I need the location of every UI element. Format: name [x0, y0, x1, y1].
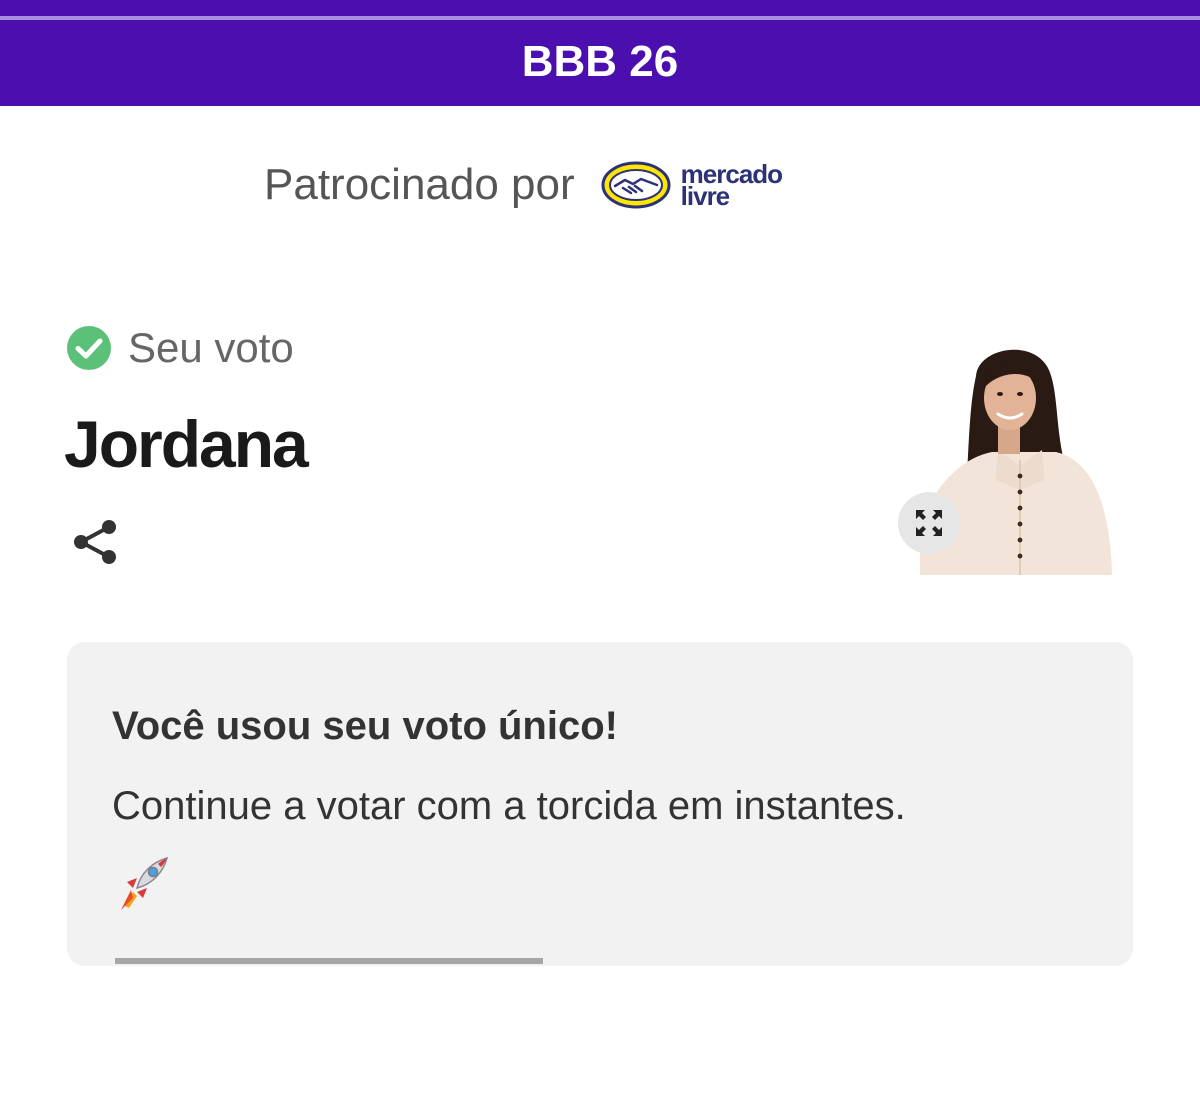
card-title: Você usou seu voto único!	[112, 704, 618, 748]
vote-confirmation-card: Você usou seu voto único! Continue a vot…	[67, 642, 1133, 966]
page-title: BBB 26	[521, 37, 679, 86]
vote-status: Seu voto	[66, 322, 294, 374]
logo-wordmark: mercado livre	[681, 161, 783, 209]
expand-icon	[916, 510, 942, 536]
vote-status-label: Seu voto	[128, 324, 294, 371]
candidate-name: Jordana	[64, 407, 309, 481]
check-circle-icon	[67, 326, 111, 370]
header-accent-line	[0, 16, 1200, 20]
rocket-icon	[121, 856, 169, 910]
expand-photo-button[interactable]	[898, 492, 960, 554]
progress-track	[115, 958, 1133, 964]
card-message: Continue a votar com a torcida em instan…	[112, 784, 906, 828]
sponsor-banner: Patrocinado por mercado livre	[264, 150, 783, 220]
share-icon[interactable]	[72, 518, 118, 566]
sponsor-label: Patrocinado por	[264, 160, 575, 209]
app-header: BBB 26	[0, 0, 1200, 106]
mercado-livre-logo[interactable]: mercado livre	[601, 160, 783, 210]
handshake-icon	[601, 161, 671, 209]
progress-bar	[115, 958, 543, 964]
